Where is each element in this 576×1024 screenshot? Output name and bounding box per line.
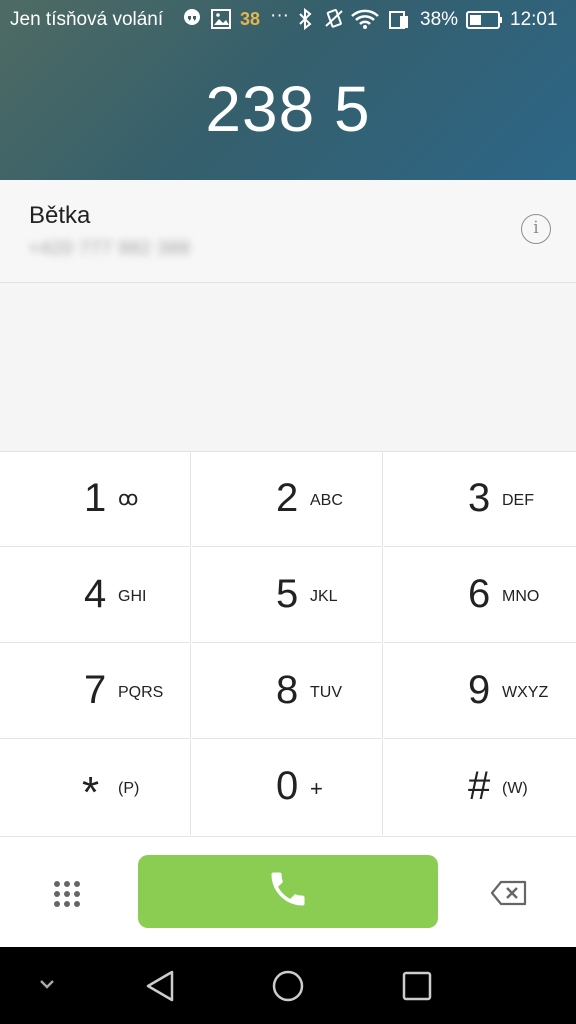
dialer-header: Jen tísňová volání 38 ··· 38% 12:01 238 … <box>0 0 576 180</box>
contact-phone: +420 777 982 388 <box>29 238 191 258</box>
key-digit: 8 <box>276 668 299 712</box>
key-letters: JKL <box>310 588 338 605</box>
home-icon[interactable] <box>272 969 304 1008</box>
key-7[interactable]: 7 PQRS <box>0 644 191 739</box>
wifi-icon <box>350 8 380 30</box>
dialer-actions <box>0 836 576 948</box>
backspace-icon[interactable] <box>490 880 528 911</box>
key-letters: WXYZ <box>502 684 549 701</box>
key-8[interactable]: 8 TUV <box>192 644 383 739</box>
key-digit: * <box>82 768 100 817</box>
key-letters: GHI <box>118 588 147 605</box>
suggestion-list-empty-area <box>0 283 576 451</box>
key-digit: 9 <box>468 668 491 712</box>
carrier-label: Jen tísňová volání <box>10 9 164 30</box>
key-4[interactable]: 4 GHI <box>0 548 191 643</box>
key-star[interactable]: * (P) <box>0 740 191 835</box>
key-digit: # <box>468 764 491 808</box>
contact-info-icon[interactable]: i <box>521 214 551 244</box>
key-letters: DEF <box>502 492 534 509</box>
key-hash[interactable]: # (W) <box>384 740 576 835</box>
key-letters: + <box>310 776 323 801</box>
more-notifications: ··· <box>270 5 289 26</box>
vibrate-icon <box>323 8 345 30</box>
sim-icon <box>388 8 410 30</box>
key-9[interactable]: 9 WXYZ <box>384 644 576 739</box>
hide-navbar-icon[interactable] <box>37 977 57 996</box>
key-letters: (W) <box>502 780 528 797</box>
key-letters: ABC <box>310 492 343 509</box>
key-digit: 2 <box>276 476 299 520</box>
dialed-number[interactable]: 238 5 <box>0 72 576 146</box>
key-5[interactable]: 5 JKL <box>192 548 383 643</box>
key-digit: 4 <box>84 572 107 616</box>
key-2[interactable]: 2 ABC <box>192 452 383 547</box>
key-digit: 1 <box>84 476 107 520</box>
contact-suggestion[interactable]: Bětka +420 777 982 388 i <box>0 180 576 283</box>
keypad: 1 ꝏ 2 ABC 3 DEF 4 GHI 5 JKL 6 MNO 7 PQRS… <box>0 451 576 836</box>
call-button[interactable] <box>138 855 438 928</box>
battery-percent: 38% <box>420 9 459 30</box>
navigation-bar <box>0 947 576 1024</box>
gallery-icon <box>210 8 232 30</box>
key-6[interactable]: 6 MNO <box>384 548 576 643</box>
key-digit: 0 <box>276 764 299 808</box>
bluetooth-icon <box>297 8 313 30</box>
key-1[interactable]: 1 ꝏ <box>0 452 191 547</box>
battery-icon <box>466 10 504 30</box>
key-digit: 6 <box>468 572 491 616</box>
key-letters: MNO <box>502 588 540 605</box>
voicemail-icon: ꝏ <box>118 488 139 510</box>
key-letters: (P) <box>118 780 140 797</box>
key-letters: TUV <box>310 684 342 701</box>
hangouts-icon <box>182 8 202 28</box>
back-icon[interactable] <box>144 969 176 1008</box>
contact-name: Bětka <box>29 202 91 229</box>
key-0[interactable]: 0 + <box>192 740 383 835</box>
status-bar: Jen tísňová volání 38 ··· 38% 12:01 <box>0 0 576 40</box>
dialpad-toggle-icon[interactable] <box>52 879 82 909</box>
key-digit: 5 <box>276 572 299 616</box>
clock: 12:01 <box>510 9 558 30</box>
key-letters: PQRS <box>118 684 164 701</box>
temperature-label: 38 <box>240 9 261 29</box>
key-digit: 3 <box>468 476 491 520</box>
recents-icon[interactable] <box>401 969 433 1008</box>
key-digit: 7 <box>84 668 107 712</box>
phone-icon <box>266 867 310 916</box>
key-3[interactable]: 3 DEF <box>384 452 576 547</box>
